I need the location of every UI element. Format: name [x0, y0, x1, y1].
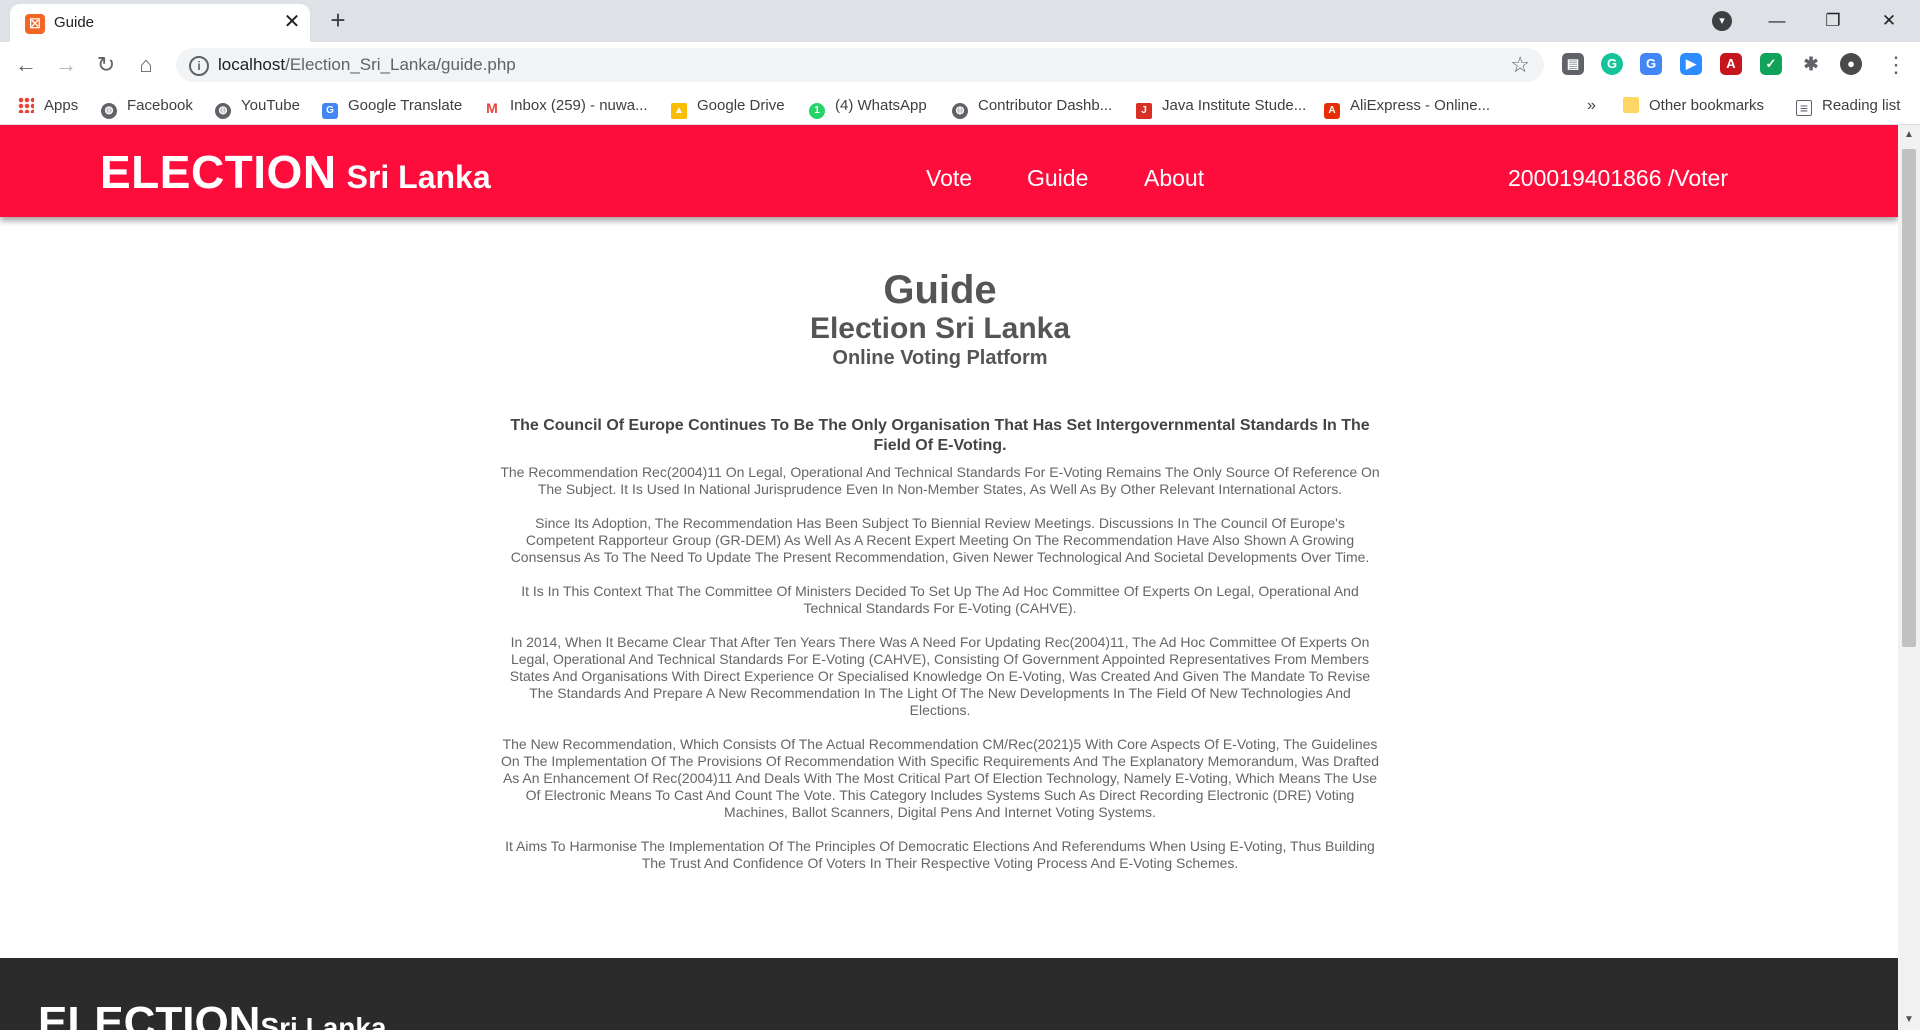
paragraph: It Aims To Harmonise The Implementation …: [505, 838, 1375, 871]
apps-grid-icon: [18, 97, 34, 113]
bookmark-apps[interactable]: Apps: [18, 96, 78, 116]
forward-button[interactable]: →: [50, 49, 82, 81]
grammarly-icon[interactable]: G: [1601, 53, 1623, 75]
bookmark-whatsapp[interactable]: 1 (4) WhatsApp: [809, 96, 927, 119]
bookmark-facebook[interactable]: ◍ Facebook: [101, 96, 193, 119]
tab-title: Guide: [54, 14, 95, 31]
extensions-puzzle-icon[interactable]: ✱: [1800, 53, 1822, 75]
restore-button[interactable]: ❐: [1810, 6, 1856, 36]
nav-guide[interactable]: Guide: [1027, 165, 1088, 192]
zoom-icon[interactable]: ▶: [1680, 53, 1702, 75]
bookmark-youtube[interactable]: ◍ YouTube: [215, 96, 300, 119]
back-button[interactable]: ←: [10, 49, 42, 81]
nav-vote[interactable]: Vote: [926, 165, 972, 192]
user-account-link[interactable]: 200019401866 /Voter: [1508, 165, 1728, 192]
browser-tab[interactable]: ☒ Guide ✕: [10, 4, 310, 42]
tab-search-icon[interactable]: ▾: [1712, 11, 1732, 31]
new-tab-button[interactable]: +: [323, 6, 353, 36]
reading-list[interactable]: ≡ Reading list: [1796, 96, 1900, 116]
browser-toolbar: ← → ↻ ⌂ i localhost/Election_Sri_Lanka/g…: [0, 42, 1920, 88]
paragraph: In 2014, When It Became Clear That After…: [509, 634, 1371, 718]
bookmark-google-translate[interactable]: G Google Translate: [322, 96, 462, 119]
info-icon[interactable]: i: [189, 56, 209, 76]
site-header: ELECTION Sri Lanka Vote Guide About 20001…: [0, 125, 1898, 217]
page-subtitle-platform: Online Voting Platform: [832, 347, 1048, 369]
java-institute-icon: J: [1136, 103, 1152, 119]
address-bar[interactable]: i localhost/Election_Sri_Lanka/guide.php…: [176, 48, 1544, 82]
scroll-down-arrow-icon[interactable]: ▼: [1898, 1012, 1920, 1028]
nav-about[interactable]: About: [1144, 165, 1204, 192]
bookmark-other[interactable]: Other bookmarks: [1623, 96, 1764, 116]
gmail-icon: M: [484, 100, 500, 116]
translate-extension-icon[interactable]: G: [1640, 53, 1662, 75]
avatar[interactable]: ●: [1840, 53, 1862, 75]
paragraph: The Recommendation Rec(2004)11 On Legal,…: [500, 464, 1380, 497]
shield-icon[interactable]: ✓: [1760, 53, 1782, 75]
close-window-button[interactable]: ✕: [1866, 6, 1912, 36]
site-footer: ELECTIONSri Lanka: [0, 958, 1898, 1030]
globe-icon: ◍: [952, 103, 968, 119]
folder-icon: [1623, 97, 1639, 113]
reload-button[interactable]: ↻: [90, 49, 122, 81]
paragraph: The New Recommendation, Which Consists O…: [501, 736, 1379, 820]
globe-icon: ◍: [215, 103, 231, 119]
minimize-button[interactable]: —: [1754, 6, 1800, 36]
reading-list-icon: ≡: [1796, 100, 1812, 116]
paragraph: It Is In This Context That The Committee…: [521, 583, 1359, 616]
paragraph: Since Its Adoption, The Recommendation H…: [510, 515, 1370, 565]
page-scrollbar[interactable]: ▲ ▼: [1898, 125, 1920, 1030]
bookmark-java-institute[interactable]: J Java Institute Stude...: [1136, 96, 1306, 119]
bookmark-contributor[interactable]: ◍ Contributor Dashb...: [952, 96, 1112, 119]
web-page: ELECTION Sri Lanka Vote Guide About 20001…: [0, 125, 1898, 1030]
page-subtitle: Election Sri Lanka: [809, 312, 1071, 345]
footer-logo: ELECTIONSri Lanka: [38, 998, 387, 1030]
bookmark-inbox[interactable]: M Inbox (259) - nuwa...: [484, 96, 648, 116]
xampp-icon: ☒: [25, 14, 45, 34]
reader-extension-icon[interactable]: ▤: [1562, 53, 1584, 75]
bookmark-google-drive[interactable]: ▲ Google Drive: [671, 96, 785, 119]
scroll-up-arrow-icon[interactable]: ▲: [1898, 127, 1920, 143]
url-text[interactable]: localhost/Election_Sri_Lanka/guide.php: [218, 55, 516, 75]
aliexpress-icon: A: [1324, 103, 1340, 119]
bookmark-aliexpress[interactable]: A AliExpress - Online...: [1324, 96, 1490, 119]
close-icon[interactable]: ✕: [280, 10, 304, 34]
bookmarks-overflow[interactable]: »: [1587, 96, 1596, 116]
more-menu-icon[interactable]: ⋮: [1884, 50, 1908, 80]
home-button[interactable]: ⌂: [130, 49, 162, 81]
bookmarks-bar: Apps ◍ Facebook ◍ YouTube G Google Translat…: [0, 88, 1920, 125]
tab-strip: ☒ Guide ✕ + ▾ — ❐ ✕: [0, 0, 1920, 42]
globe-icon: ◍: [101, 103, 117, 119]
site-logo[interactable]: ELECTION Sri Lanka: [100, 145, 491, 199]
bookmark-star-icon[interactable]: ☆: [1510, 52, 1530, 78]
page-title: Guide: [883, 268, 997, 312]
drive-icon: ▲: [671, 103, 687, 119]
lead-paragraph: The Council Of Europe Continues To Be Th…: [510, 417, 1370, 454]
translate-icon: G: [322, 103, 338, 119]
guide-content: Guide Election Sri Lanka Online Voting P…: [500, 268, 1380, 889]
whatsapp-icon: 1: [809, 103, 825, 119]
pdf-icon[interactable]: A: [1720, 53, 1742, 75]
scroll-thumb[interactable]: [1902, 149, 1916, 647]
